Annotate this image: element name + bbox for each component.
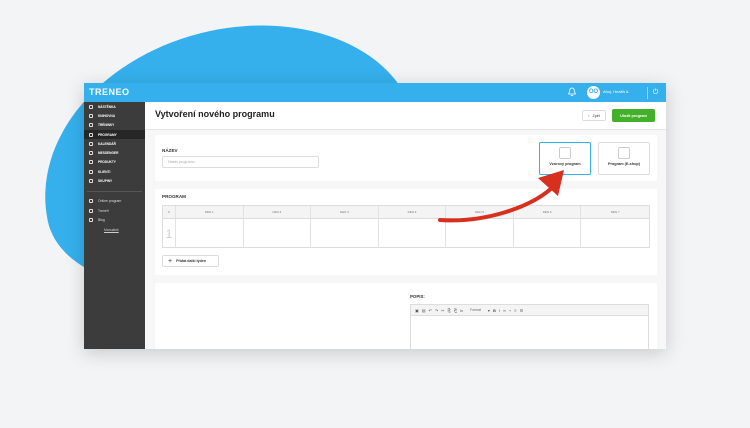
cut-icon[interactable]: ✂ — [441, 308, 444, 313]
sidebar-item-5[interactable]: MESSENGER — [84, 148, 145, 157]
sidebar-secondary-label: Treneři — [98, 208, 109, 213]
sidebar-item-label: SKUPINY — [98, 179, 113, 184]
pointer-arrow — [438, 170, 564, 223]
eshop-program-icon — [618, 147, 630, 159]
grid-header-number: # — [163, 206, 176, 218]
add-week-label: Přidat další týden — [176, 259, 207, 263]
sidebar-item-4[interactable]: KALENDÁŘ — [84, 139, 145, 148]
chevron-down-icon[interactable]: ▾ — [488, 308, 490, 313]
undo-icon[interactable]: ↶ — [429, 308, 432, 313]
format-select[interactable]: Format — [466, 308, 485, 312]
description-editor[interactable]: ▣ ▤ ↶ ↷ ✂ ⎘ ⎗ Ix Format ▾ B I ∞ ⌁ ≡ ☰ — [410, 304, 649, 349]
add-week-button[interactable]: + Přidat další týden — [162, 255, 219, 267]
save-program-button[interactable]: Uložit program — [612, 109, 655, 122]
app-logo[interactable]: TRENEO — [89, 87, 130, 97]
avatar[interactable]: OO — [587, 86, 600, 99]
sidebar-item-label: TRÉNINKY — [98, 123, 115, 128]
sidebar-item-icon — [89, 141, 93, 146]
sidebar-item-icon — [89, 113, 93, 118]
bell-icon[interactable] — [567, 87, 577, 97]
redo-icon[interactable]: ↷ — [435, 308, 438, 313]
sidebar-item-3[interactable]: PROGRAMY — [84, 129, 145, 140]
day-cell[interactable] — [311, 219, 379, 248]
unlink-icon[interactable]: ⌁ — [509, 308, 511, 313]
day-cell[interactable] — [244, 219, 312, 248]
bullet-list-icon[interactable]: ☰ — [520, 308, 524, 313]
sidebar-item-6[interactable]: PRODUKTY — [84, 158, 145, 167]
sidebar-secondary-nav: Online program Treneři Blog — [84, 197, 145, 225]
sidebar-item-icon — [89, 151, 93, 156]
day-cell[interactable] — [176, 219, 244, 248]
back-button[interactable]: ‹ Zpět — [582, 110, 606, 121]
copy-icon[interactable]: ⎘ — [448, 308, 451, 313]
sidebar: NÁSTĚNKA KNIHOVNA TRÉNINKY PROGRAMY KALENDÁŘ… — [84, 102, 145, 349]
sidebar-item-icon — [89, 169, 93, 174]
grid-header-day: DEN 4 — [379, 206, 447, 218]
sidebar-item-8[interactable]: SKUPINY — [84, 176, 145, 185]
sidebar-item-0[interactable]: NÁSTĚNKA — [84, 102, 145, 111]
sidebar-item-label: KALENDÁŘ — [98, 141, 116, 146]
sidebar-item-1[interactable]: KNIHOVNA — [84, 111, 145, 120]
ordered-list-icon[interactable]: ≡ — [514, 308, 516, 313]
sample-program-icon — [559, 147, 571, 159]
page-header: Vytvoření nového programu ‹ Zpět Uložit … — [145, 102, 666, 130]
bold-icon[interactable]: B — [493, 308, 496, 313]
name-label: NÁZEV — [162, 148, 178, 153]
sidebar-item-icon — [89, 123, 93, 128]
grid-header-day: DEN 7 — [610, 210, 620, 214]
program-name-input[interactable]: Název programu — [162, 156, 319, 168]
sidebar-nav: NÁSTĚNKA KNIHOVNA TRÉNINKY PROGRAMY KALENDÁŘ… — [84, 102, 145, 186]
sidebar-item-icon — [89, 104, 93, 109]
link-icon[interactable]: ∞ — [503, 308, 506, 313]
sidebar-secondary-item-2[interactable]: Blog — [84, 215, 145, 224]
sidebar-secondary-label: Blog — [98, 217, 105, 222]
grid-header-day: DEN 3 — [311, 206, 379, 218]
week-number: 1 — [163, 219, 176, 248]
sidebar-item-label: KLIENTI — [98, 169, 111, 174]
description-label: POPIS: — [410, 294, 425, 299]
plus-icon: + — [168, 257, 173, 265]
sidebar-item-icon — [89, 160, 93, 165]
eshop-program-label: Program (E-shop) — [607, 162, 641, 166]
sidebar-item-icon — [89, 132, 93, 137]
sidebar-secondary-item-1[interactable]: Treneři — [84, 206, 145, 215]
italic-icon[interactable]: I — [499, 308, 500, 313]
editor-toolbar: ▣ ▤ ↶ ↷ ✂ ⎘ ⎗ Ix Format ▾ B I ∞ ⌁ ≡ ☰ — [411, 305, 648, 316]
sidebar-secondary-item-0[interactable]: Online program — [84, 197, 145, 206]
sidebar-secondary-icon — [89, 199, 93, 204]
back-label: Zpět — [592, 113, 600, 118]
clear-format-icon[interactable]: Ix — [460, 308, 463, 313]
section-divider-2 — [155, 275, 657, 283]
sidebar-item-label: KNIHOVNA — [98, 113, 116, 118]
sidebar-divider — [87, 190, 142, 192]
grid-header-day: DEN 1 — [176, 206, 244, 218]
sidebar-secondary-label: Online program — [98, 199, 122, 204]
sidebar-item-7[interactable]: KLIENTI — [84, 167, 145, 176]
back-arrow-icon: ‹ — [588, 113, 590, 118]
eshop-program-option[interactable]: Program (E-shop) — [598, 142, 650, 175]
paste-icon[interactable]: ⎗ — [454, 308, 457, 313]
image-icon[interactable]: ▣ — [415, 308, 419, 313]
sidebar-secondary-icon — [89, 217, 93, 222]
sidebar-item-label: PRODUKTY — [98, 160, 116, 165]
sidebar-item-2[interactable]: TRÉNINKY — [84, 121, 145, 130]
program-label: PROGRAM — [162, 194, 186, 199]
sidebar-item-label: NÁSTĚNKA — [98, 104, 116, 109]
sidebar-item-label: PROGRAMY — [98, 132, 117, 137]
user-menu[interactable]: Ahoj, Health & — [603, 89, 629, 94]
grid-header-day: DEN 2 — [244, 206, 312, 218]
day-cell[interactable] — [581, 219, 649, 248]
power-icon[interactable]: ⏻ — [647, 87, 663, 99]
top-bar: TRENEO OO Ahoj, Health & ⏻ — [84, 83, 666, 102]
sidebar-secondary-icon — [89, 208, 93, 213]
page-title: Vytvoření nového programu — [155, 109, 275, 119]
sidebar-item-label: MESSENGER — [98, 151, 119, 156]
media-icon[interactable]: ▤ — [422, 308, 426, 313]
sample-program-label: Vzorový program — [549, 162, 581, 166]
sidebar-item-icon — [89, 179, 93, 184]
manual-link[interactable]: Manuálek — [104, 228, 145, 232]
day-cell[interactable] — [379, 219, 447, 248]
